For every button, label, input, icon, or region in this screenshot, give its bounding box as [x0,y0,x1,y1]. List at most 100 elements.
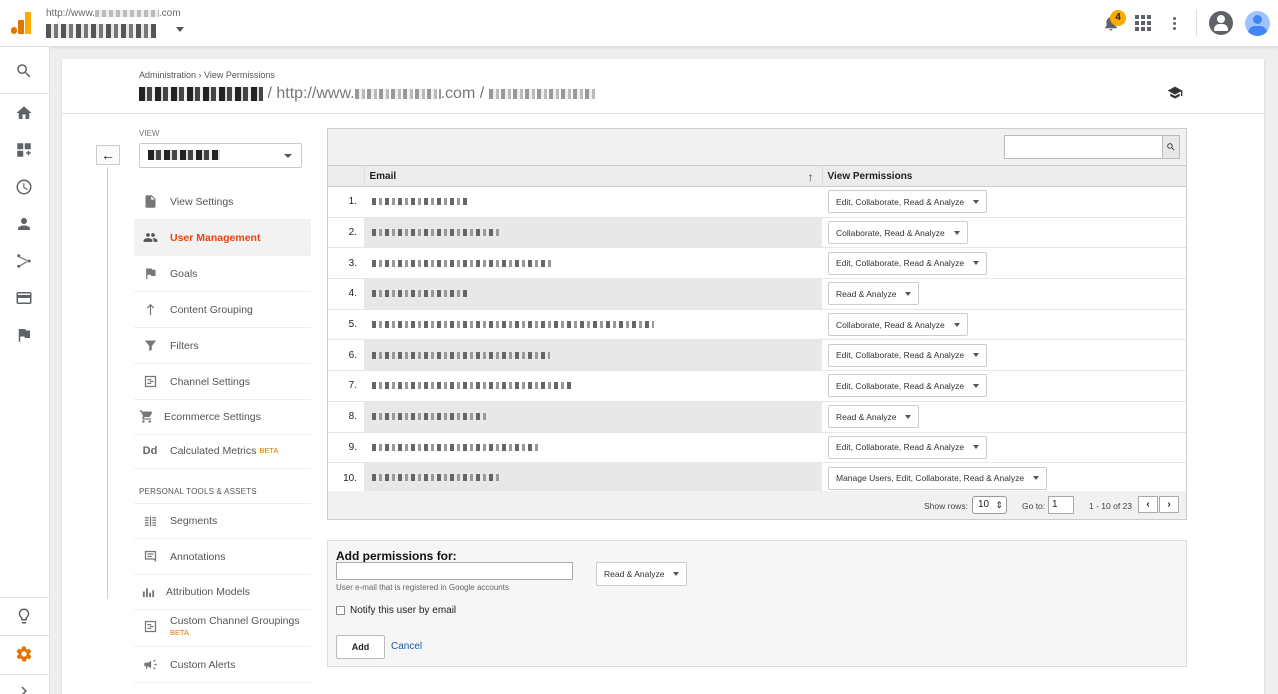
account-url: http://www. .com [46,8,181,19]
add-permissions-panel: Add permissions for: User e-mail that is… [327,540,1187,667]
nav-filters[interactable]: Filters [134,328,311,364]
notification-badge: 4 [1110,10,1126,26]
table-row: 9. Edit, Collaborate, Read & Analyze [328,432,1186,464]
divider [107,167,108,599]
permission-dropdown[interactable]: Manage Users, Edit, Collaborate, Read & … [828,466,1048,490]
sort-arrow-up-icon[interactable]: ↑ [808,170,814,184]
nav-segments[interactable]: Segments [134,503,311,539]
channel-icon [140,374,160,389]
home-icon[interactable] [14,103,34,123]
segments-icon [140,514,160,529]
lightbulb-icon[interactable] [14,606,34,626]
permission-dropdown[interactable]: Read & Analyze [828,282,920,306]
new-permission-dropdown[interactable]: Read & Analyze [596,562,688,586]
permissions-table-panel: Email ↑ View Permissions 1. Edit, Collabo… [327,128,1187,520]
permission-cell: Edit, Collaborate, Read & Analyze [822,432,1186,464]
analytics-logo-icon[interactable] [11,12,31,34]
email-cell [364,247,822,280]
nav-attribution-models[interactable]: Attribution Models [134,574,311,610]
nav-calculated-metrics[interactable]: Dd Calculated Metrics BETA [134,433,311,469]
column-header-view-permissions[interactable]: View Permissions [822,165,1186,187]
search-input[interactable] [1004,135,1164,159]
nav-annotations[interactable]: Annotations [134,539,311,575]
account-circle-icon[interactable] [1209,11,1233,35]
clock-icon[interactable] [14,177,34,197]
rows-per-page-select[interactable]: 10 [972,496,1007,514]
permission-cell: Collaborate, Read & Analyze [822,217,1186,249]
nav-ecommerce-settings[interactable]: Ecommerce Settings [134,399,311,435]
top-bar: http://www. .com 4 [0,0,1278,47]
nav-view-settings[interactable]: View Settings [134,184,311,220]
view-selector[interactable] [139,143,302,168]
email-cell [364,339,822,372]
row-number: 1. [328,186,364,218]
nav-custom-alerts[interactable]: Custom Alerts [134,647,311,683]
chevron-right-icon[interactable] [14,681,34,694]
row-number: 9. [328,432,364,464]
channel-icon [140,619,160,634]
permission-cell: Edit, Collaborate, Read & Analyze [822,247,1186,280]
search-icon[interactable] [14,61,34,81]
acquisition-icon[interactable] [14,251,34,271]
email-cell [364,186,822,218]
search-icon[interactable] [1162,135,1180,159]
more-vert-icon[interactable] [1163,12,1185,34]
account-selector[interactable] [46,24,156,38]
nav-goals[interactable]: Goals [134,256,311,292]
graduation-cap-icon[interactable] [1167,85,1183,102]
table-row: 7. Edit, Collaborate, Read & Analyze [328,370,1186,402]
behavior-icon[interactable] [14,288,34,308]
permission-dropdown[interactable]: Edit, Collaborate, Read & Analyze [828,190,988,214]
permission-dropdown[interactable]: Collaborate, Read & Analyze [828,313,968,337]
permission-dropdown[interactable]: Edit, Collaborate, Read & Analyze [828,251,988,275]
email-field[interactable] [336,562,573,580]
row-number: 4. [328,278,364,310]
nav-channel-settings[interactable]: Channel Settings [134,364,311,400]
page-range: 1 - 10 of 23 [1089,501,1133,511]
prev-page-button[interactable]: ‹ [1138,496,1158,513]
customization-icon[interactable] [14,140,34,160]
goto-page-input[interactable]: 1 [1048,496,1074,514]
comment-icon [140,549,160,564]
permission-dropdown[interactable]: Collaborate, Read & Analyze [828,221,968,245]
email-cell [364,217,822,249]
admin-card: Administration › View Permissions / http… [62,59,1264,694]
cancel-link[interactable]: Cancel [391,641,422,652]
add-button[interactable]: Add [336,635,385,659]
table-row: 6. Edit, Collaborate, Read & Analyze [328,339,1186,372]
nav-custom-channel-groupings[interactable]: Custom Channel Groupings BETA [134,609,311,647]
row-number: 8. [328,401,364,433]
email-cell [364,432,822,464]
back-arrow-icon[interactable]: ← [96,145,120,165]
document-icon [140,194,160,209]
divider [0,674,50,675]
person-icon[interactable] [14,214,34,234]
nav-user-management[interactable]: User Management [134,220,311,256]
avatar[interactable] [1245,11,1270,36]
table-row: 10. Manage Users, Edit, Collaborate, Rea… [328,462,1186,494]
permission-dropdown[interactable]: Edit, Collaborate, Read & Analyze [828,343,988,367]
notify-checkbox[interactable] [336,606,345,615]
table-row: 8. Read & Analyze [328,401,1186,433]
people-icon [140,230,160,245]
add-permissions-title: Add permissions for: [336,549,457,563]
row-number: 2. [328,217,364,249]
apps-grid-icon[interactable] [1132,12,1154,34]
chevron-down-icon[interactable] [176,27,184,32]
nav-label-group: Custom Channel Groupings BETA [170,615,300,637]
filter-icon [140,338,160,353]
permission-dropdown[interactable]: Read & Analyze [828,405,920,429]
notify-option[interactable]: Notify this user by email [336,605,456,616]
next-page-button[interactable]: › [1159,496,1179,513]
email-hint: User e-mail that is registered in Google… [336,583,509,592]
chevron-down-icon [284,154,292,158]
settings-gear-icon[interactable] [14,644,34,664]
new-permission-cell: Read & Analyze [596,562,688,586]
column-header-email[interactable]: Email ↑ [364,165,823,187]
permission-dropdown[interactable]: Edit, Collaborate, Read & Analyze [828,435,988,459]
walker-icon [140,302,160,317]
flag-icon[interactable] [14,325,34,345]
breadcrumb[interactable]: Administration › View Permissions [139,70,275,80]
nav-content-grouping[interactable]: Content Grouping [134,292,311,328]
permission-dropdown[interactable]: Edit, Collaborate, Read & Analyze [828,374,988,398]
